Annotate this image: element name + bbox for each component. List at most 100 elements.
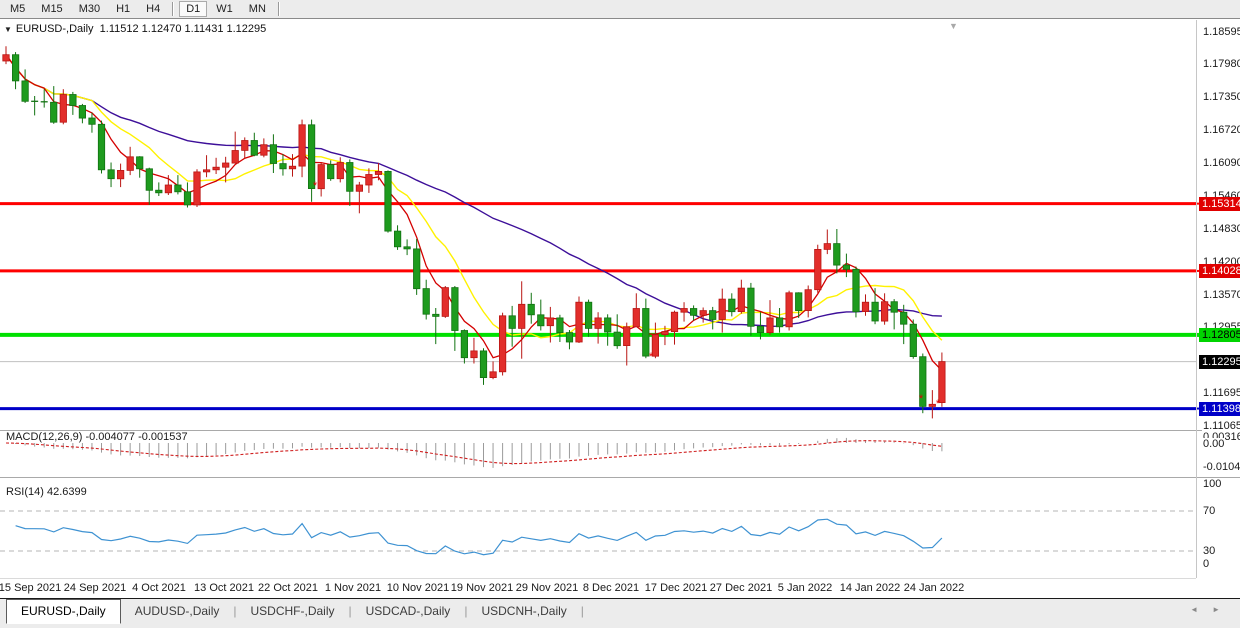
timeframe-toolbar: M5M15M30H1H4 D1W1MN [0,0,1240,19]
price-axis-label: 1.13570 [1202,289,1240,301]
candle [98,121,104,174]
candle [738,280,744,314]
candle [175,175,181,194]
price-axis-label: 1.17350 [1202,91,1240,103]
candle [356,182,362,213]
candle [328,160,334,180]
date-axis-label: 5 Jan 2022 [778,582,832,594]
date-axis-label: 29 Nov 2021 [516,582,578,594]
candle [805,286,811,318]
candle [203,155,209,177]
candle [595,312,601,343]
candle [614,314,620,349]
candle [108,163,114,188]
price-axis-label: 1.11695 [1202,387,1240,399]
candle [528,293,534,324]
timeframe-button-h4[interactable]: H4 [139,1,167,17]
timeframe-button-h1[interactable]: H1 [109,1,137,17]
candle [12,52,18,89]
timeframe-button-mn[interactable]: MN [242,1,273,17]
price-axis-separator [1196,20,1197,578]
candle [585,300,591,337]
date-axis-label: 8 Dec 2021 [583,582,639,594]
candle [213,158,219,174]
date-axis-label: 10 Nov 2021 [387,582,449,594]
candle [643,299,649,359]
symbol-quote-line[interactable]: ▼EURUSD-,Daily 1.11512 1.12470 1.11431 1… [4,23,266,35]
candle [853,267,859,318]
candle [137,156,143,178]
candle [156,182,162,196]
candle [270,134,276,173]
candle [194,169,200,207]
price-axis-label: 1.17980 [1202,58,1240,70]
candle [767,300,773,335]
indicator-mark: * [313,180,317,192]
price-badge-1.12295: 1.12295 [1199,355,1240,369]
indicator-mark: * [649,351,653,363]
chart-dropdown-icon[interactable]: ▼ [4,25,12,34]
candle [652,323,658,359]
price-badge-1.12805: 1.12805 [1199,328,1240,342]
tab-usdcad-daily[interactable]: USDCAD-,Daily [352,600,465,624]
candle [843,254,849,278]
tab-audusd-daily[interactable]: AUDUSD-,Daily [121,600,234,624]
candle [633,293,639,327]
chart-tabs: EURUSD-,DailyAUDUSD-,Daily|USDCHF-,Daily… [6,599,584,624]
candle [366,168,372,193]
date-axis-label: 15 Sep 2021 [0,582,61,594]
timeframe-button-m5[interactable]: M5 [3,1,32,17]
tab-eurusd-daily[interactable]: EURUSD-,Daily [6,599,121,624]
rsi-axis-label: 0 [1202,558,1210,570]
candle [624,323,630,366]
price-badge-1.14028: 1.14028 [1199,264,1240,278]
date-axis-label: 14 Jan 2022 [840,582,901,594]
tab-scroll-left-icon[interactable]: ◄ [1190,605,1212,614]
candle [22,69,28,103]
timeframe-button-m30[interactable]: M30 [72,1,107,17]
candle [414,239,420,295]
chart-shift-marker-icon[interactable]: ▼ [949,21,958,31]
price-axis-label: 1.16090 [1202,157,1240,169]
macd-indicator-label: MACD(12,26,9) -0.004077 -0.001537 [6,431,188,443]
rsi-line [16,519,942,555]
timeframe-button-m15[interactable]: M15 [34,1,69,17]
tab-usdchf-daily[interactable]: USDCHF-,Daily [237,600,349,624]
price-axis-label: 1.18595 [1202,26,1240,38]
candle [442,286,448,318]
candle [261,138,267,157]
candle [251,133,257,157]
rsi-indicator-label: RSI(14) 42.6399 [6,486,87,498]
ma-fast-line [6,55,942,371]
candle [538,300,544,331]
timeframe-button-d1[interactable]: D1 [179,1,207,17]
rsi-axis-label: 70 [1202,505,1216,517]
candle [576,297,582,344]
candle [929,390,935,418]
candle [461,329,467,363]
candle [31,96,38,115]
timeframe-button-w1[interactable]: W1 [209,1,240,17]
candle [146,168,152,205]
price-badge-1.15314: 1.15314 [1199,197,1240,211]
candle [242,137,248,158]
candle [471,338,477,364]
candle [881,293,887,324]
tab-usdcnh-daily[interactable]: USDCNH-,Daily [467,600,580,624]
candle [433,308,439,344]
price-badge-1.11398: 1.11398 [1199,402,1240,416]
candle [834,229,840,273]
chart-canvas[interactable] [0,0,1240,598]
candle [60,89,66,124]
candle [729,293,735,316]
candle [671,311,677,345]
candle [490,361,496,379]
candle [127,147,133,175]
candle [557,315,563,342]
candle [347,159,353,206]
date-axis-label: 27 Dec 2021 [710,582,772,594]
tab-scroll-right-icon[interactable]: ► [1212,605,1234,614]
date-axis-label: 24 Sep 2021 [64,582,126,594]
candle [862,294,868,315]
candle [872,288,878,324]
